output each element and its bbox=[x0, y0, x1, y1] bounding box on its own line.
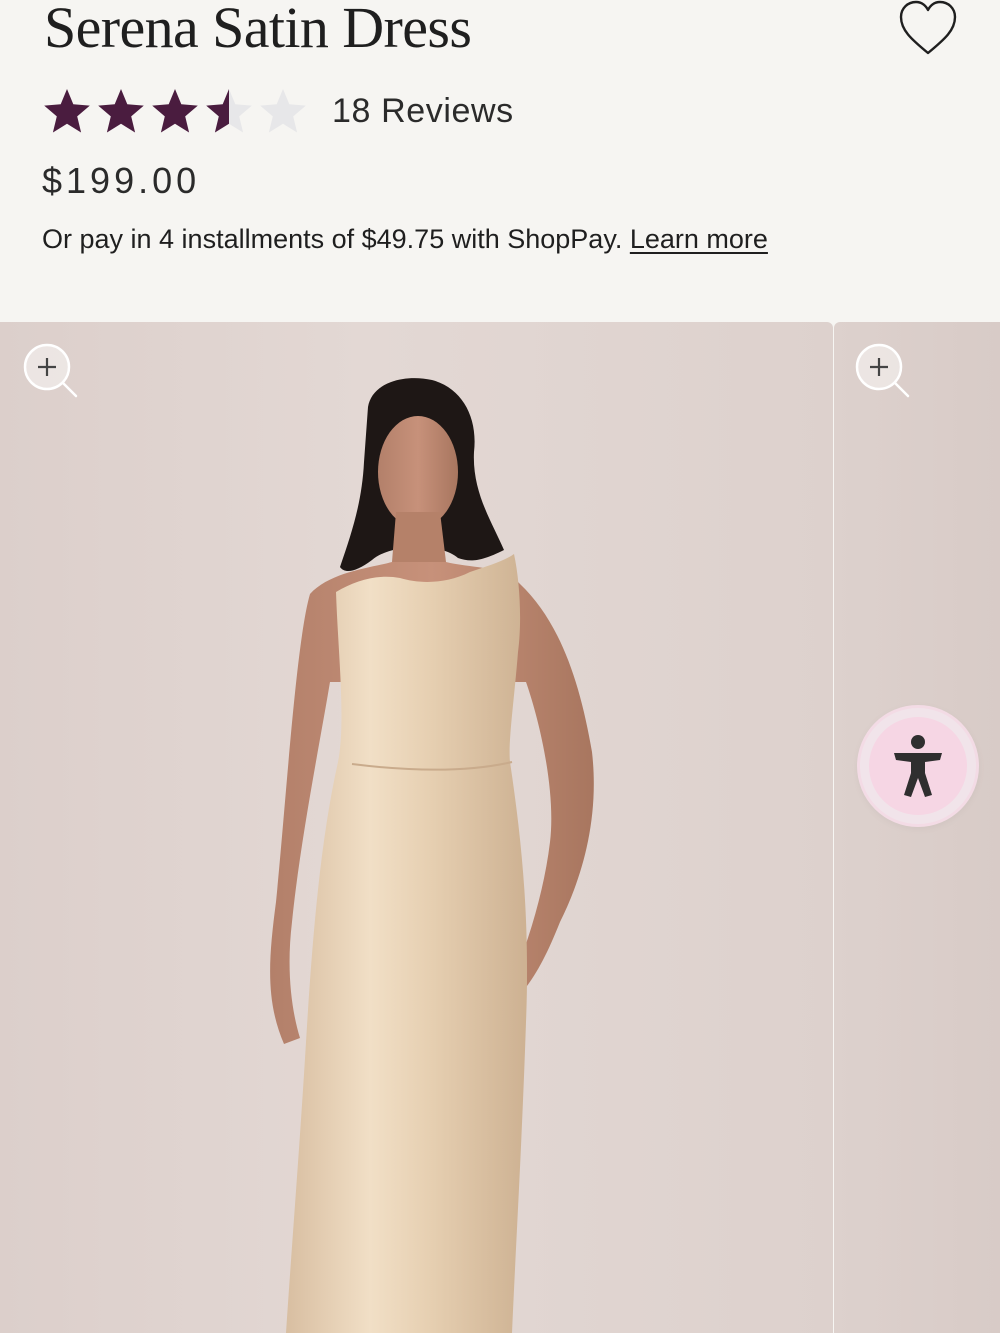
product-price: $199.00 bbox=[42, 160, 201, 201]
product-title: Serena Satin Dress bbox=[44, 0, 472, 60]
star-icon bbox=[44, 89, 90, 133]
star-icon bbox=[98, 89, 144, 133]
product-image-carousel[interactable] bbox=[0, 322, 1000, 1333]
half-star-icon bbox=[206, 89, 252, 133]
accessibility-person-icon bbox=[894, 735, 942, 797]
zoom-in-icon bbox=[855, 343, 910, 398]
heart-outline-icon bbox=[899, 0, 957, 55]
model-photo bbox=[270, 378, 594, 1333]
installments-text: Or pay in 4 installments of $49.75 with … bbox=[42, 224, 623, 254]
accessibility-button[interactable] bbox=[860, 708, 976, 824]
product-header: Serena Satin Dress 18 Reviews $199.00 Or… bbox=[0, 0, 1000, 322]
star-rating bbox=[40, 86, 310, 136]
product-image-next[interactable] bbox=[834, 322, 1000, 1333]
wishlist-button[interactable] bbox=[893, 0, 963, 60]
star-icon bbox=[152, 89, 198, 133]
rating-row: 18 Reviews bbox=[40, 86, 514, 136]
star-empty-icon bbox=[260, 89, 306, 133]
zoom-in-icon bbox=[23, 343, 78, 398]
installments-info: Or pay in 4 installments of $49.75 with … bbox=[42, 224, 768, 255]
accessibility-button-inner bbox=[869, 717, 967, 815]
zoom-button[interactable] bbox=[20, 340, 84, 404]
learn-more-link[interactable]: Learn more bbox=[630, 224, 768, 254]
zoom-button[interactable] bbox=[852, 340, 916, 404]
reviews-link[interactable]: 18 Reviews bbox=[332, 92, 514, 131]
product-image-main[interactable] bbox=[0, 322, 833, 1333]
